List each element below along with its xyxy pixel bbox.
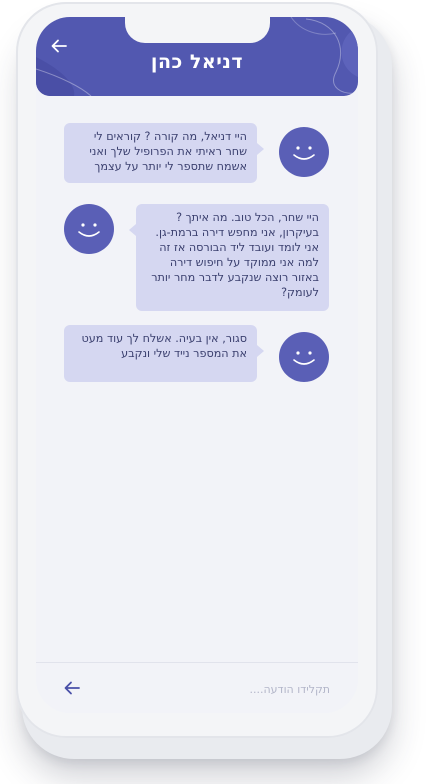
message-input-bar: [36, 662, 358, 713]
message-text: היי דניאל, מה קורה ? קוראים לי שחר ראיתי…: [89, 130, 247, 173]
arrow-left-icon: [64, 681, 80, 695]
phone-notch: [125, 17, 270, 43]
avatar: [64, 204, 114, 254]
message-bubble: היי שחר, הכל טוב. מה איתך ? בעיקרון, אני…: [129, 204, 329, 311]
message-list: היי דניאל, מה קורה ? קוראים לי שחר ראיתי…: [36, 96, 358, 660]
avatar: [279, 127, 329, 177]
smiley-face-icon: [293, 351, 315, 365]
send-button[interactable]: [62, 679, 82, 697]
message-bubble: היי דניאל, מה קורה ? קוראים לי שחר ראיתי…: [64, 123, 264, 183]
avatar: [279, 332, 329, 382]
contact-name-title: דניאל כהן: [150, 51, 244, 73]
smiley-face-icon: [293, 146, 315, 160]
message-input[interactable]: [96, 675, 332, 703]
smiley-face-icon: [78, 223, 100, 237]
message-text: סגור, אין בעיה. אשלח לך עוד מעט את המספר…: [81, 332, 247, 360]
message-text: היי שחר, הכל טוב. מה איתך ? בעיקרון, אני…: [151, 211, 319, 299]
chat-screen: דניאל כהן היי דניאל, מה קורה ? קוראים לי…: [36, 17, 358, 713]
message-bubble: סגור, אין בעיה. אשלח לך עוד מעט את המספר…: [64, 325, 264, 382]
